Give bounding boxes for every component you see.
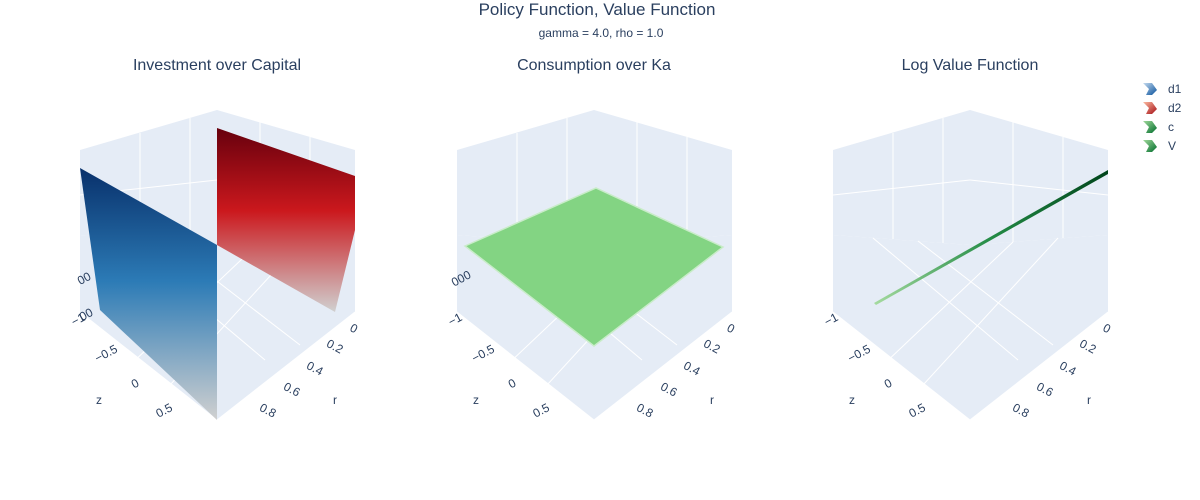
axis-z-tick: 0 xyxy=(506,376,519,392)
axis-r-tick: 0 xyxy=(348,321,361,337)
legend-item-V[interactable]: V xyxy=(1143,139,1176,153)
axis-z-tick: 0 xyxy=(129,376,142,392)
scene-value[interactable]: Log Value Function 00.20.40.60.8 −1−0.50… xyxy=(822,57,1114,421)
axis-r-tick: 0 xyxy=(725,321,738,337)
legend-item-d1[interactable]: d1 xyxy=(1143,82,1182,96)
axis-z-tick: 0.5 xyxy=(530,400,552,420)
axis-r-tick: 0.2 xyxy=(324,336,346,356)
legend-swatch-icon xyxy=(1143,140,1157,152)
legend-label: d2 xyxy=(1168,101,1182,115)
scene-consumption[interactable]: Consumption over Ka 00.20.40.60.8 −1−0.5… xyxy=(446,57,738,421)
axis-r-tick: 0.4 xyxy=(681,358,703,378)
legend-label: c xyxy=(1168,120,1174,134)
axis-z-label: z xyxy=(96,393,102,407)
axis-z-tick: 0 xyxy=(882,376,895,392)
legend-label: d1 xyxy=(1168,82,1182,96)
legend-swatch-icon xyxy=(1143,121,1157,133)
axis-z-tick: −0.5 xyxy=(469,342,497,366)
axis-r-tick: 0.2 xyxy=(1077,336,1099,356)
legend-item-c[interactable]: c xyxy=(1143,120,1174,134)
legend-item-d2[interactable]: d2 xyxy=(1143,101,1182,115)
axis-r-label: r xyxy=(1087,393,1091,407)
legend-label: V xyxy=(1168,139,1176,153)
scene-investment[interactable]: Investment over Capital 00.20.40.60.8 −1… xyxy=(69,57,361,421)
axis-r-tick: 0.6 xyxy=(658,379,680,399)
panel-title-investment: Investment over Capital xyxy=(133,57,301,74)
axis-r-tick: 0 xyxy=(1101,321,1114,337)
axis-z-label: z xyxy=(473,393,479,407)
legend: d1 d2 cV xyxy=(1143,82,1182,153)
axis-z-tick: −0.5 xyxy=(845,342,873,366)
axis-z-tick: 0.5 xyxy=(906,400,928,420)
axis-r-label: r xyxy=(710,393,714,407)
axis-r-tick: 0.8 xyxy=(634,400,656,420)
axis-r-tick: 0.4 xyxy=(304,358,326,378)
axis-z-label: z xyxy=(849,393,855,407)
axis-z-tick: 0.5 xyxy=(153,400,175,420)
axis-r-tick: 0.2 xyxy=(701,336,723,356)
panel-title-value: Log Value Function xyxy=(902,57,1039,74)
axis-r-tick: 0.8 xyxy=(1010,400,1032,420)
axis-r-tick: 0.8 xyxy=(257,400,279,420)
legend-swatch-icon xyxy=(1143,102,1157,114)
axis-r-tick: 0.6 xyxy=(1034,379,1056,399)
axis-z-tick: −0.5 xyxy=(92,342,120,366)
legend-swatch-icon xyxy=(1143,83,1157,95)
axis-r-tick: 0.6 xyxy=(281,379,303,399)
figure-title: Policy Function, Value Function xyxy=(479,0,716,19)
figure: Policy Function, Value Function gamma = … xyxy=(69,0,1182,421)
panel-title-consumption: Consumption over Ka xyxy=(517,57,671,74)
figure-subtitle: gamma = 4.0, rho = 1.0 xyxy=(539,26,664,40)
axis-r-tick: 0.4 xyxy=(1057,358,1079,378)
axis-r-label: r xyxy=(333,393,337,407)
